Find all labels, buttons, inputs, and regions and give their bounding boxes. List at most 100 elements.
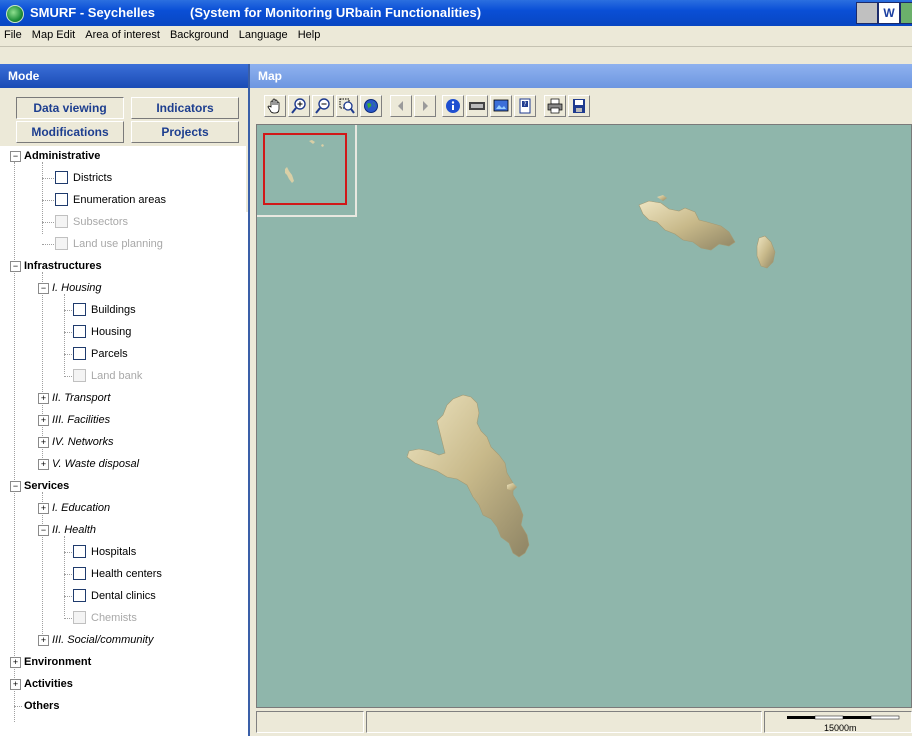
expand-icon[interactable]: + [38,393,49,404]
buildings-checkbox[interactable] [73,303,86,316]
tree-label: Administrative [24,150,101,162]
back-arrow-icon [398,101,403,111]
housing-checkbox[interactable] [73,325,86,338]
help-doc-button[interactable]: ? [514,95,536,117]
save-button[interactable] [568,95,590,117]
zoom-window-icon [339,98,355,114]
overview-extent-frame[interactable] [263,133,347,205]
tree-subgroup-transport[interactable]: + II. Transport [0,388,246,408]
collapse-icon[interactable]: − [10,151,21,162]
dental-clinics-checkbox[interactable] [73,589,86,602]
forward-button[interactable] [414,95,436,117]
full-extent-button[interactable] [360,95,382,117]
tree-layer-health-centers[interactable]: Health centers [0,564,246,584]
tree-layer-enumeration-areas[interactable]: Enumeration areas [0,190,246,210]
zoom-out-button[interactable] [312,95,334,117]
menu-language[interactable]: Language [235,26,291,41]
expand-icon[interactable]: + [10,657,21,668]
parcels-checkbox[interactable] [73,347,86,360]
tree-layer-parcels[interactable]: Parcels [0,344,246,364]
menu-area-of-interest[interactable]: Area of interest [81,26,163,41]
expand-icon[interactable]: + [38,437,49,448]
help-doc-icon: ? [519,98,531,114]
tree-label: Services [24,480,70,492]
map-panel: Map ? 15000m [250,64,912,736]
tree-subgroup-networks[interactable]: + IV. Networks [0,432,246,452]
tree-label: Others [24,700,60,712]
tree-label: II. Transport [52,392,111,404]
collapse-icon[interactable]: − [38,283,49,294]
pan-hand-button[interactable] [264,95,286,117]
info-button[interactable] [442,95,464,117]
overview-map[interactable] [257,125,357,217]
projects-button[interactable]: Projects [131,121,239,143]
enumeration-areas-checkbox[interactable] [55,193,68,206]
menu-background[interactable]: Background [166,26,232,41]
tree-group-administrative[interactable]: − Administrative [0,146,246,166]
tree-label: Land bank [91,370,143,382]
expand-icon[interactable]: + [10,679,21,690]
tree-subgroup-social-community[interactable]: + III. Social/community [0,630,246,650]
print-map-button[interactable] [490,95,512,117]
map-canvas[interactable] [256,124,912,708]
pan-hand-icon [267,98,280,114]
tree-label: Environment [24,656,92,668]
tree-subgroup-waste-disposal[interactable]: + V. Waste disposal [0,454,246,474]
tree-subgroup-facilities[interactable]: + III. Facilities [0,410,246,430]
tree-label: Enumeration areas [73,194,166,206]
collapse-icon[interactable]: − [38,525,49,536]
tree-group-services[interactable]: − Services [0,476,246,496]
svg-text:?: ? [523,101,526,108]
printer-button[interactable] [544,95,566,117]
tree-group-infrastructures[interactable]: − Infrastructures [0,256,246,276]
expand-icon[interactable]: + [38,635,49,646]
tree-layer-land-bank: Land bank [0,366,246,386]
tree-label: Dental clinics [91,590,156,602]
districts-checkbox[interactable] [55,171,68,184]
data-viewing-button[interactable]: Data viewing [16,97,124,119]
tree-label: V. Waste disposal [52,458,140,470]
tree-subgroup-education[interactable]: + I. Education [0,498,246,518]
hospitals-checkbox[interactable] [73,545,86,558]
map-panel-title: Map [250,64,912,88]
expand-icon[interactable]: + [38,415,49,426]
tree-group-others[interactable]: Others [0,696,246,716]
legend-button[interactable] [466,95,488,117]
taskbar-app-icon-3[interactable] [900,2,912,24]
indicators-button[interactable]: Indicators [131,97,239,119]
word-app-icon[interactable]: W [878,2,900,24]
menu-map-edit[interactable]: Map Edit [28,26,78,41]
expand-icon[interactable]: + [38,503,49,514]
zoom-in-button[interactable] [288,95,310,117]
tree-subgroup-health[interactable]: − II. Health [0,520,246,540]
tree-group-environment[interactable]: + Environment [0,652,246,672]
info-icon [446,99,460,113]
subsectors-checkbox [55,215,68,228]
printer-icon [547,98,563,114]
menu-help[interactable]: Help [294,26,324,41]
tree-layer-buildings[interactable]: Buildings [0,300,246,320]
tree-label: Chemists [91,612,137,624]
zoom-window-button[interactable] [336,95,358,117]
back-button[interactable] [390,95,412,117]
menu-file[interactable]: File [0,26,25,41]
modifications-button[interactable]: Modifications [16,121,124,143]
mode-panel: Mode Data viewing Indicators Modificatio… [0,64,250,736]
mode-panel-title: Mode [0,64,248,88]
tree-label: Hospitals [91,546,137,558]
taskbar-app-icon-1[interactable] [856,2,878,24]
app-globe-icon [6,5,24,23]
legend-icon [469,102,485,110]
tree-layer-hospitals[interactable]: Hospitals [0,542,246,562]
tree-layer-dental-clinics[interactable]: Dental clinics [0,586,246,606]
tree-layer-housing[interactable]: Housing [0,322,246,342]
tree-group-activities[interactable]: + Activities [0,674,246,694]
tree-subgroup-housing[interactable]: − I. Housing [0,278,246,298]
collapse-icon[interactable]: − [10,481,21,492]
health-centers-checkbox[interactable] [73,567,86,580]
tree-layer-districts[interactable]: Districts [0,168,246,188]
expand-icon[interactable]: + [38,459,49,470]
collapse-icon[interactable]: − [10,261,21,272]
menu-bar: File Map Edit Area of interest Backgroun… [0,26,912,47]
tree-label: III. Social/community [52,634,154,646]
